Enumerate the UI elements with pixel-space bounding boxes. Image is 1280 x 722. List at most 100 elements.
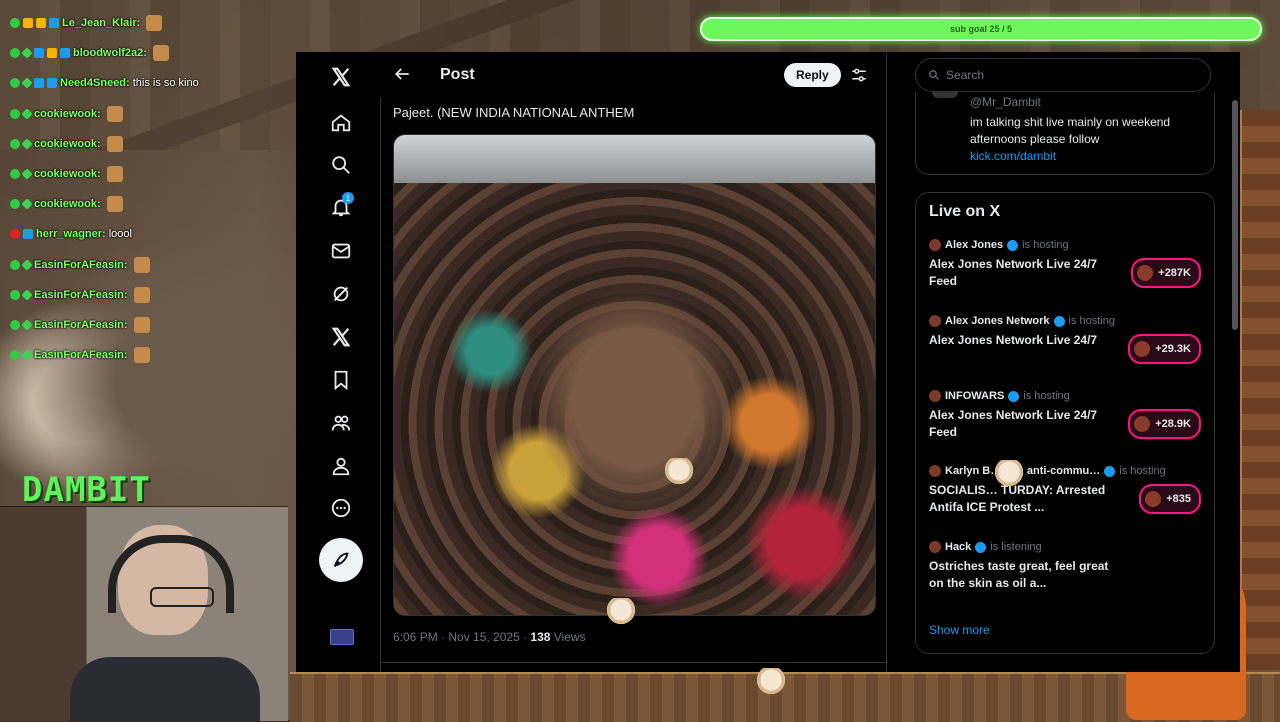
chat-username: herr_wagner: [36, 228, 106, 241]
chat-emote-icon [106, 105, 123, 122]
chat-badge-icon [10, 319, 20, 330]
host-line: Alex Jones is hosting [929, 239, 1069, 251]
cat-emote-icon [994, 460, 1024, 490]
chat-emote-icon [133, 286, 150, 303]
communities-icon[interactable] [326, 408, 356, 438]
post-text: Pajeet. (NEW INDIA NATIONAL ANTHEM [393, 105, 635, 120]
live-space-item[interactable]: INFOWARS is hosting Alex Jones Network Liv… [929, 390, 1209, 460]
space-title: Alex Jones Network Live 24/7 Feed [929, 257, 1098, 288]
host-avatar [929, 541, 941, 553]
chat-message: Le_Jean_Klair: [10, 8, 300, 38]
chat-badge-icon [21, 168, 33, 180]
feather-icon [333, 552, 349, 568]
post-image[interactable] [393, 134, 876, 616]
host-status: is listening [990, 541, 1042, 553]
chat-badge-icon [21, 289, 33, 301]
chat-username: Le_Jean_Klair: [62, 17, 141, 30]
chat-badge-icon [10, 289, 20, 300]
account-avatar[interactable] [330, 629, 354, 645]
compose-post-button[interactable] [319, 538, 363, 582]
chat-message: bloodwolf2a2: [10, 38, 300, 68]
verified-badge-icon [1007, 239, 1019, 251]
chat-message: EasinForAFeasin: [10, 250, 300, 280]
chat-badge-icon [10, 138, 20, 149]
live-space-item[interactable]: Karlyn B…nko, anti-commu…is hosting SOCIA… [929, 465, 1209, 535]
scrollbar[interactable] [1232, 100, 1238, 330]
verified-badge-icon [975, 541, 987, 553]
chat-emote-icon [133, 347, 150, 364]
chat-message: cookiewook: [10, 189, 300, 219]
chat-overlay: Le_Jean_Klair: bloodwolf2a2: Need4Sneed: th… [10, 8, 300, 370]
chat-badge-icon [21, 319, 33, 331]
space-title: Alex Jones Network Live 24/7 Feed [929, 408, 1098, 439]
search-icon[interactable] [326, 150, 356, 180]
chat-username: cookiewook: [34, 107, 101, 120]
x-premium-icon[interactable] [326, 322, 356, 352]
chat-message: cookiewook: [10, 99, 300, 129]
cat-emote-icon [606, 598, 636, 628]
profile-icon[interactable] [326, 451, 356, 481]
reply-button[interactable]: Reply [784, 63, 841, 87]
home-icon[interactable] [326, 108, 356, 138]
chat-badge-icon [23, 229, 33, 240]
chat-badge-icon [21, 349, 33, 361]
listener-count-pill[interactable]: +835 [1139, 484, 1201, 514]
space-title: Alex Jones Network Live 24/7 [929, 333, 1098, 347]
grok-icon[interactable] [326, 279, 356, 309]
adjust-settings-icon[interactable] [850, 66, 868, 84]
post-header: Post Reply [380, 52, 886, 98]
show-more-link[interactable]: Show more [929, 623, 990, 637]
host-line: Alex Jones Network is hosting [929, 315, 1115, 327]
chat-username: EasinForAFeasin: [34, 258, 128, 271]
search-input[interactable]: Search [915, 58, 1211, 92]
chat-emote-icon [133, 316, 150, 333]
sub-goal-text: sub goal 25 / 5 [949, 24, 1013, 34]
chat-emote-icon [106, 196, 123, 213]
post-views-label: Views [550, 630, 586, 644]
profile-avatar[interactable] [932, 92, 958, 98]
host-avatar [929, 390, 941, 402]
back-arrow-icon[interactable] [392, 64, 412, 84]
listener-count-pill[interactable]: +29.3K [1128, 334, 1201, 364]
host-status: is hosting [1023, 390, 1070, 402]
live-space-item[interactable]: Alex Jones is hosting Alex Jones Network L… [929, 239, 1209, 309]
listener-count-pill[interactable]: +28.9K [1128, 409, 1201, 439]
chat-username: cookiewook: [34, 137, 101, 150]
more-icon[interactable] [326, 493, 356, 523]
listener-avatar [1145, 491, 1162, 507]
profile-bio: im talking shit live mainly on weekend a… [970, 115, 1171, 146]
host-status: is hosting [1119, 465, 1166, 477]
bookmarks-icon[interactable] [326, 365, 356, 395]
profile-link[interactable]: kick.com/dambit [970, 149, 1056, 163]
chat-emote-icon [146, 15, 163, 32]
notifications-icon[interactable]: 1 [326, 192, 356, 222]
post-column: Post Reply Pajeet. (NEW INDIA NATIONAL A… [380, 52, 887, 672]
live-space-item[interactable]: Hack is listening Ostriches taste great, f… [929, 541, 1209, 611]
host-line: Karlyn B…nko, anti-commu…is hosting [929, 465, 1166, 477]
verified-badge-icon [1008, 390, 1020, 402]
live-space-item[interactable]: Alex Jones Network is hosting Alex Jones N… [929, 315, 1209, 385]
host-name: Hack [945, 541, 972, 553]
webcam-shirt [70, 657, 260, 721]
chat-badge-icon [21, 77, 33, 90]
chat-badge-icon [10, 169, 20, 180]
host-name: Alex Jones [945, 239, 1004, 251]
chat-badge-icon [10, 48, 20, 59]
cat-emote-icon [756, 668, 786, 698]
host-line: Hack is listening [929, 541, 1042, 553]
live-on-x-card: Live on X Alex Jones is hosting Alex Jones… [915, 192, 1215, 654]
chat-badge-icon [47, 78, 57, 89]
listener-count-pill[interactable]: +287K [1131, 258, 1201, 288]
host-avatar [929, 315, 941, 327]
chat-badge-icon [49, 18, 59, 29]
messages-icon[interactable] [326, 236, 356, 266]
chat-badge-icon [21, 258, 33, 271]
x-logo-icon[interactable] [326, 62, 356, 92]
right-sidebar: Search @Mr_Dambit im talking shit live m… [896, 52, 1240, 672]
profile-handle[interactable]: @Mr_Dambit [970, 95, 1041, 109]
post-time[interactable]: 6:06 PM · Nov 15, 2025 · [393, 630, 530, 644]
search-icon [929, 70, 939, 80]
space-title: SOCIALIS… TURDAY: Arrested Antifa ICE Pr… [929, 483, 1106, 514]
chat-username: bloodwolf2a2: [73, 47, 147, 60]
chat-badge-icon [21, 198, 33, 210]
